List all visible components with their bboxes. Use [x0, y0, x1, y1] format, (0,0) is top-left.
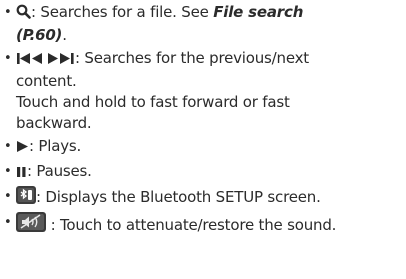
list-item-previous-next: • : Searches for the previous/next conte… [4, 48, 404, 134]
bullet: • [4, 215, 12, 230]
instruction-list: • : Searches for a file. See File search… [4, 2, 404, 240]
bluetooth-setup-icon [16, 186, 36, 210]
play-icon [16, 138, 29, 159]
previous-next-description-4: backward. [16, 114, 92, 132]
bullet: • [4, 139, 12, 154]
bullet: • [4, 5, 12, 20]
list-item-play: • : Plays. [4, 136, 404, 159]
play-description: : Plays. [29, 137, 82, 155]
pause-icon [16, 163, 27, 184]
list-item-search: • : Searches for a file. See File search… [4, 2, 404, 46]
previous-next-description-3: Touch and hold to fast forward or fast [16, 93, 290, 111]
file-search-link[interactable]: File search [213, 3, 303, 21]
mute-description: : Touch to attenuate/restore the sound. [46, 216, 337, 234]
bullet: • [4, 189, 12, 204]
bullet: • [4, 51, 12, 66]
list-item-mute: • : Touch to attenuate/restore the sound… [4, 212, 404, 238]
mute-icon [16, 212, 46, 238]
search-icon [16, 4, 31, 25]
bluetooth-setup-description: : Displays the Bluetooth SETUP screen. [36, 188, 321, 206]
previous-next-description-1: : Searches for the previous/next [75, 49, 309, 67]
list-item-pause: • : Pauses. [4, 161, 404, 184]
search-tail: . [62, 26, 67, 44]
pause-description: : Pauses. [27, 162, 92, 180]
previous-next-description-2: content. [16, 72, 77, 90]
bullet: • [4, 164, 12, 179]
list-item-bluetooth-setup: • : Displays the Bluetooth SETUP screen. [4, 186, 404, 210]
next-icon [47, 50, 75, 71]
previous-icon [16, 50, 44, 71]
file-search-page-ref[interactable]: (P.60) [16, 26, 62, 44]
search-description: : Searches for a file. See [31, 3, 214, 21]
